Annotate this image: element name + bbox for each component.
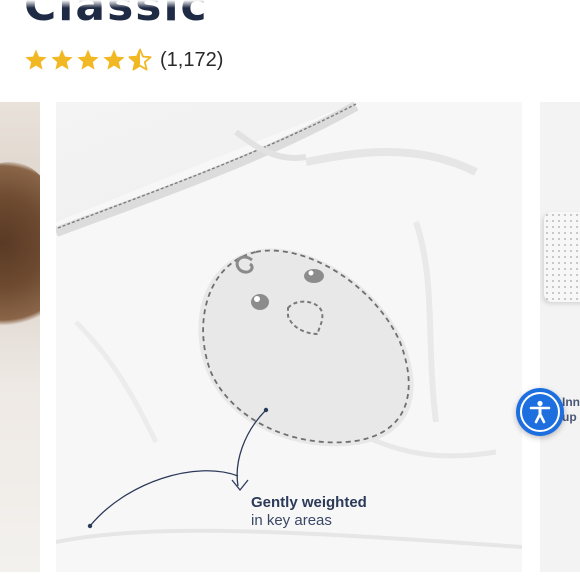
next-slide-text-line1: Inn: [562, 395, 580, 409]
accessibility-button[interactable]: [516, 388, 564, 436]
baby-hair-image: [0, 162, 40, 342]
star-icon: [103, 49, 125, 70]
review-count[interactable]: (1,172): [160, 49, 223, 72]
next-slide-text-line2: up: [562, 410, 577, 424]
product-image-carousel[interactable]: Gently weighted in key areas Inn up: [0, 102, 580, 572]
carousel-slide-previous[interactable]: [0, 102, 40, 572]
star-icon: [77, 49, 99, 70]
callout-title: Gently weighted: [251, 494, 367, 511]
star-icon: [25, 49, 47, 70]
feature-callout: Gently weighted in key areas: [251, 494, 367, 530]
star-half-icon: [128, 48, 152, 71]
rating-row[interactable]: (1,172): [24, 44, 223, 76]
carousel-slide-current[interactable]: Gently weighted in key areas: [56, 102, 522, 572]
carousel-slide-next[interactable]: Inn up: [540, 102, 580, 572]
accessibility-ring: [520, 392, 560, 432]
accessibility-icon: [529, 400, 551, 424]
star-icon: [51, 49, 73, 70]
star-rating: [24, 48, 152, 72]
callout-subtitle: in key areas: [251, 512, 332, 529]
dotted-fabric-image: [544, 212, 580, 302]
title-fade: [0, 0, 580, 8]
